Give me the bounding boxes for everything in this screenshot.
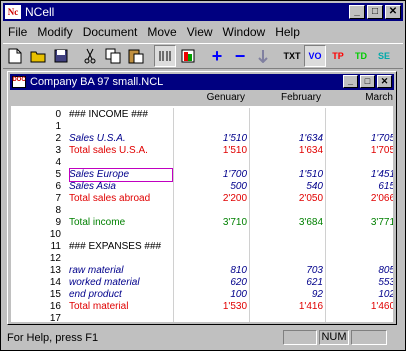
menu-document[interactable]: Document (78, 25, 143, 39)
document-title: Company BA 97 small.NCL (30, 76, 164, 88)
menu-help[interactable]: Help (270, 25, 305, 39)
document-window: DOC Company BA 97 small.NCL _ □ ✕ Genuar… (7, 71, 397, 325)
menu-file[interactable]: File (3, 25, 32, 39)
title-bar[interactable]: Nc NCell _ □ ✕ (3, 3, 403, 21)
remove-icon[interactable]: − (229, 45, 251, 67)
status-pane-1 (283, 330, 317, 345)
doc-maximize-button[interactable]: □ (360, 75, 375, 88)
document-icon[interactable]: DOC (12, 76, 26, 88)
menu-modify[interactable]: Modify (32, 25, 77, 39)
num-lock-indicator: NUM (319, 330, 349, 345)
column-header-february[interactable]: February (249, 92, 325, 106)
menu-move[interactable]: Move (142, 25, 181, 39)
app-window: Nc NCell _ □ ✕ File Modify Document Move… (0, 0, 406, 351)
txt-button[interactable]: TXT (281, 45, 303, 67)
doc-minimize-button[interactable]: _ (343, 75, 358, 88)
row-label-cell[interactable] (69, 312, 173, 322)
value-cell[interactable] (249, 312, 325, 322)
chart-icon[interactable] (177, 45, 199, 67)
open-folder-icon[interactable] (27, 45, 49, 67)
toolbar: + − TXT VO TP TD SE (3, 43, 403, 69)
copy-icon[interactable] (102, 45, 124, 67)
column-header-march[interactable]: March (325, 92, 393, 106)
row-number[interactable]: 17 (11, 312, 61, 322)
paste-icon[interactable] (125, 45, 147, 67)
save-icon[interactable] (50, 45, 72, 67)
new-file-icon[interactable] (4, 45, 26, 67)
status-text: For Help, press F1 (7, 332, 99, 344)
maximize-button[interactable]: □ (367, 5, 383, 19)
minimize-button[interactable]: _ (349, 5, 365, 19)
document-title-bar[interactable]: DOC Company BA 97 small.NCL _ □ ✕ (10, 74, 394, 90)
table-row: 17 (11, 312, 393, 322)
doc-close-button[interactable]: ✕ (377, 75, 392, 88)
grid-view-icon[interactable] (154, 45, 176, 67)
se-button[interactable]: SE (373, 45, 395, 67)
spreadsheet-grid[interactable]: Genuary February March 0 ### INCOME ### 1 2… (11, 92, 393, 322)
value-cell[interactable] (173, 312, 249, 322)
add-icon[interactable]: + (206, 45, 228, 67)
status-bar: For Help, press F1 NUM (3, 329, 403, 347)
move-icon[interactable] (252, 45, 274, 67)
close-button[interactable]: ✕ (385, 5, 401, 19)
cut-icon[interactable] (79, 45, 101, 67)
td-button[interactable]: TD (350, 45, 372, 67)
status-pane-3 (351, 330, 387, 345)
menu-window[interactable]: Window (218, 25, 271, 39)
column-header-genuary[interactable]: Genuary (173, 92, 249, 106)
app-icon[interactable]: Nc (5, 5, 21, 19)
menu-bar: File Modify Document Move View Window He… (3, 23, 403, 41)
window-title: NCell (25, 5, 55, 19)
value-cell[interactable] (325, 312, 393, 322)
menu-view[interactable]: View (182, 25, 218, 39)
tp-button[interactable]: TP (327, 45, 349, 67)
vo-button[interactable]: VO (304, 45, 326, 67)
column-header-corner (11, 92, 173, 106)
